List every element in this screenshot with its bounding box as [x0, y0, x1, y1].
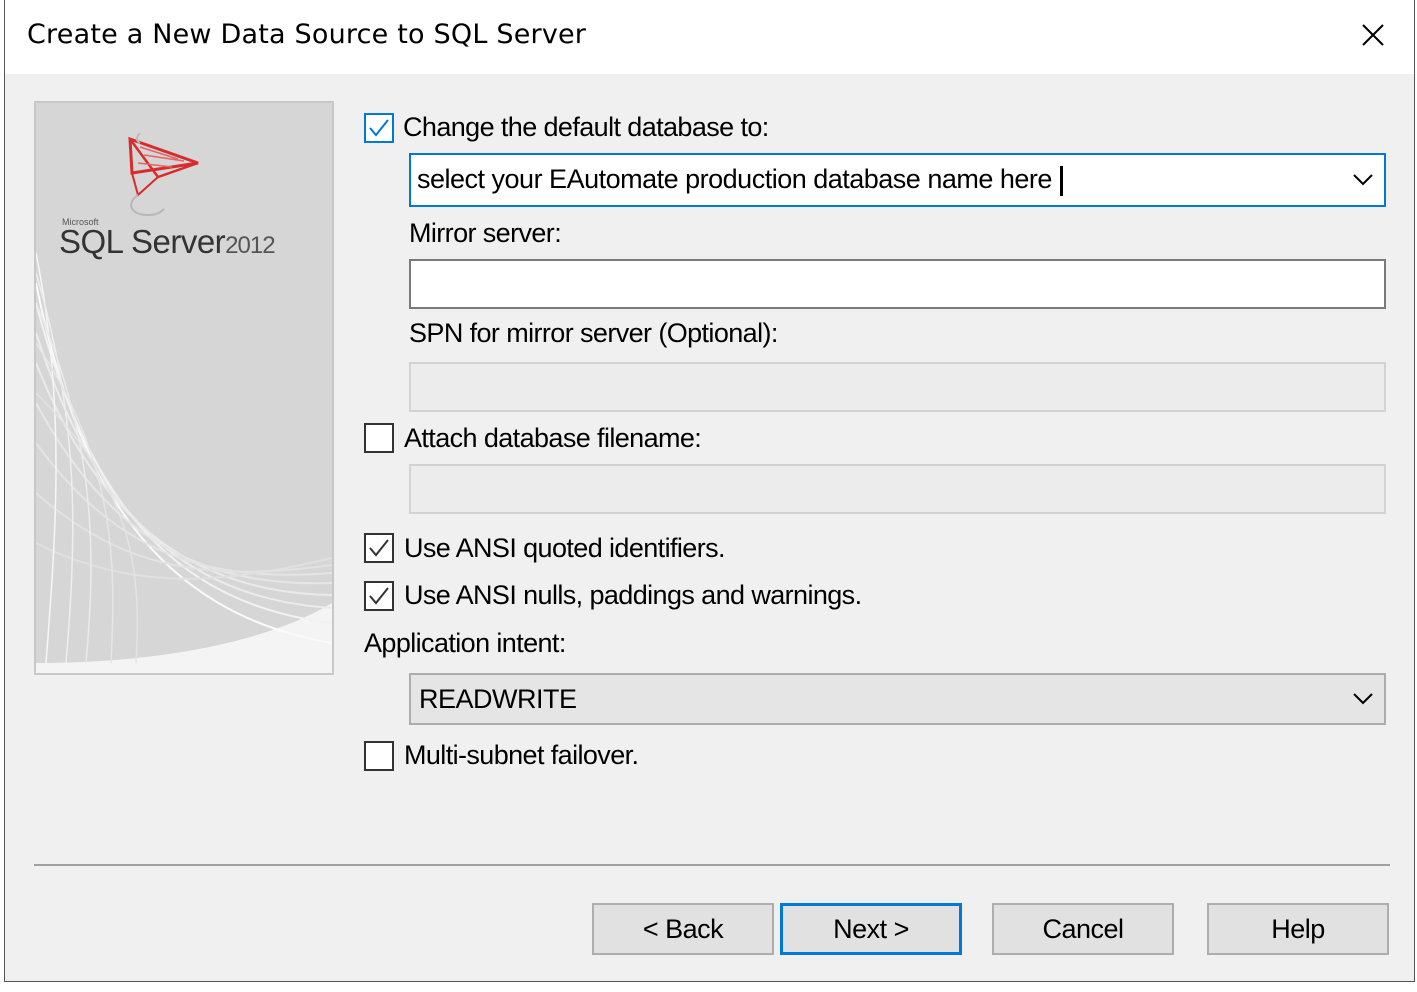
change-default-db-label: Change the default database to: — [403, 112, 769, 142]
attach-db-checkbox[interactable] — [364, 423, 394, 453]
logo-product: SQL Server — [59, 223, 226, 260]
attach-db-label: Attach database filename: — [404, 423, 702, 453]
cancel-button[interactable]: Cancel — [992, 903, 1174, 955]
sql-server-logo-icon — [128, 133, 199, 217]
dialog-title: Create a New Data Source to SQL Server — [27, 19, 587, 50]
app-intent-dropdown[interactable]: READWRITE — [409, 673, 1386, 725]
odbc-dialog: Create a New Data Source to SQL Server M… — [4, 0, 1415, 982]
text-caret — [1059, 165, 1063, 196]
chevron-down-icon — [1353, 174, 1373, 186]
chevron-down-icon — [1353, 693, 1373, 705]
ansi-nulls-label: Use ANSI nulls, paddings and warnings. — [404, 580, 862, 610]
logo-product-text: SQL Server2012 — [59, 223, 276, 261]
change-default-db-checkbox[interactable] — [364, 113, 394, 143]
checkmark-icon — [369, 539, 389, 557]
default-database-value: select your EAutomate production databas… — [411, 164, 1063, 196]
sql-server-logo: Microsoft SQL Server2012 — [56, 133, 306, 273]
spn-mirror-label: SPN for mirror server (Optional): — [409, 318, 778, 348]
mirror-server-label: Mirror server: — [409, 218, 562, 248]
default-database-combobox[interactable]: select your EAutomate production databas… — [409, 153, 1386, 207]
app-intent-value: READWRITE — [419, 683, 577, 714]
ansi-quoted-label: Use ANSI quoted identifiers. — [404, 533, 725, 563]
title-bar: Create a New Data Source to SQL Server — [5, 0, 1414, 74]
mirror-server-input[interactable] — [409, 259, 1386, 309]
close-icon — [1362, 24, 1384, 46]
next-button[interactable]: Next > — [780, 903, 962, 955]
spn-mirror-input — [409, 362, 1386, 412]
footer-separator — [34, 864, 1390, 866]
multi-subnet-label: Multi-subnet failover. — [404, 740, 639, 770]
back-button[interactable]: < Back — [592, 903, 774, 955]
multi-subnet-checkbox[interactable] — [364, 741, 394, 771]
app-intent-label: Application intent: — [364, 628, 566, 658]
checkmark-icon — [369, 587, 389, 605]
ansi-nulls-checkbox[interactable] — [364, 581, 394, 611]
attach-db-input — [409, 464, 1386, 514]
sql-server-side-panel: Microsoft SQL Server2012 — [34, 101, 334, 675]
help-button[interactable]: Help — [1207, 903, 1389, 955]
logo-version: 2012 — [225, 232, 275, 259]
close-button[interactable] — [1332, 0, 1414, 70]
checkmark-icon — [369, 119, 389, 137]
ansi-quoted-checkbox[interactable] — [364, 533, 394, 563]
